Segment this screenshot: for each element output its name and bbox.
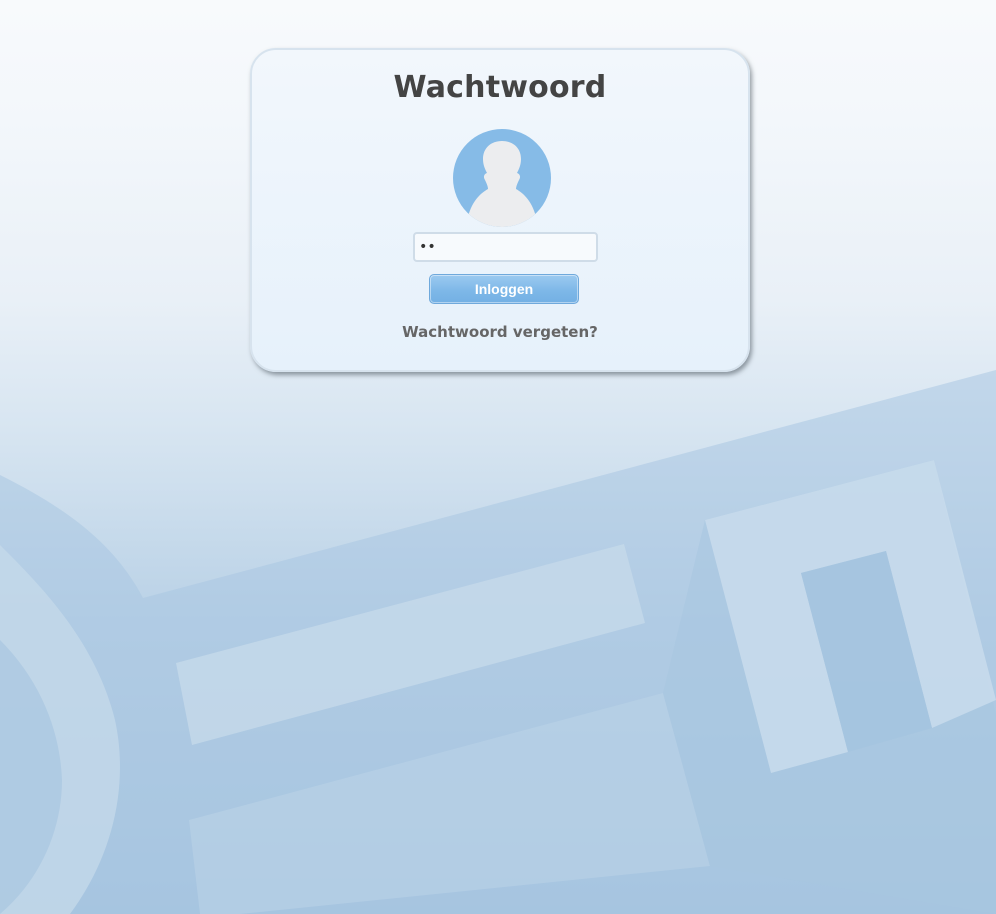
password-field[interactable] [413, 232, 598, 262]
login-button[interactable]: Inloggen [429, 274, 579, 304]
login-card: Wachtwoord Inloggen Wachtwoord vergeten? [250, 48, 750, 372]
forgot-password-link[interactable]: Wachtwoord vergeten? [252, 323, 748, 341]
page-title: Wachtwoord [393, 70, 607, 105]
user-avatar-icon [453, 129, 551, 227]
